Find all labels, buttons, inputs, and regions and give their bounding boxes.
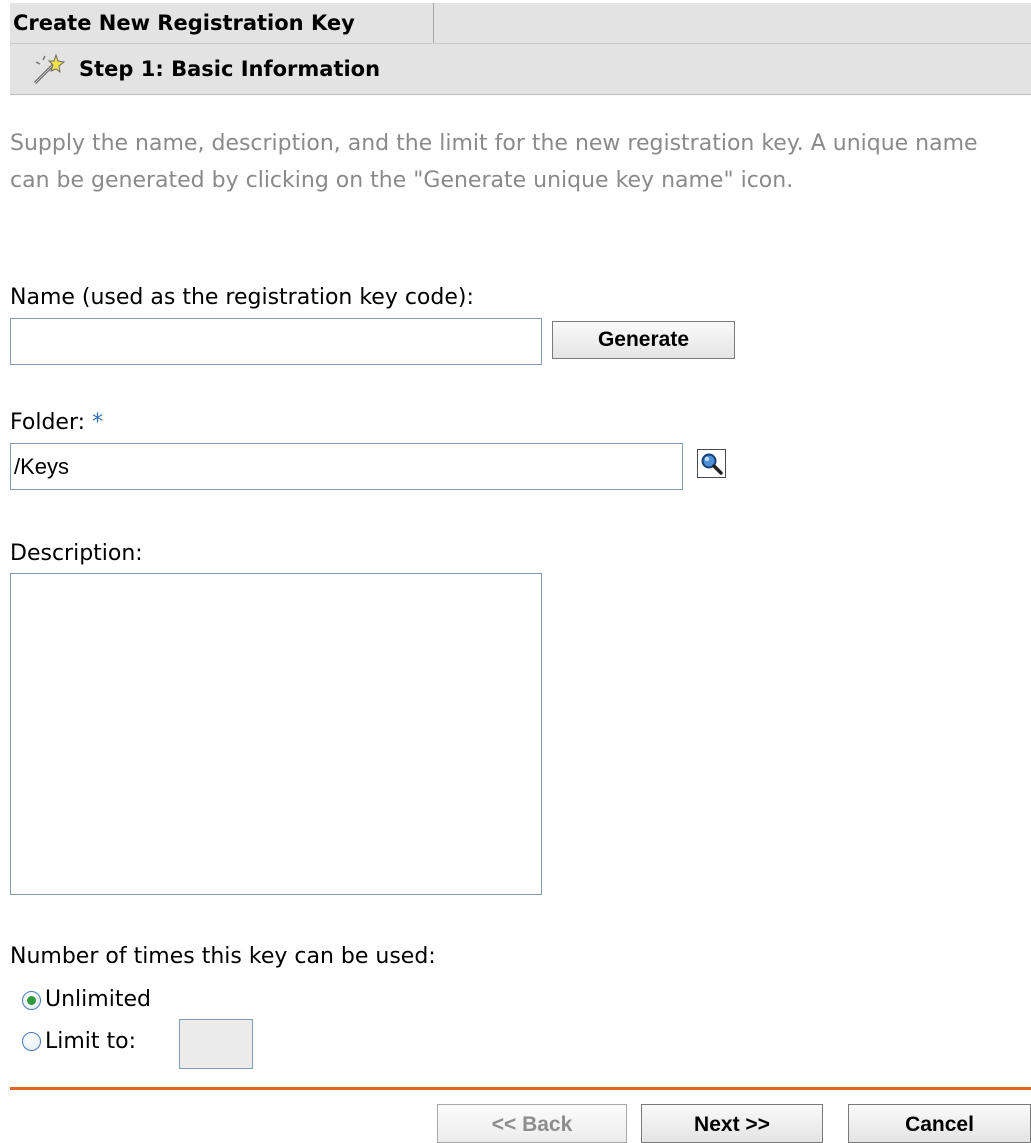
back-button[interactable]: << Back: [437, 1104, 627, 1143]
search-icon: [698, 450, 725, 477]
folder-input-value: /Keys: [14, 454, 70, 479]
footer-divider: [10, 1087, 1031, 1090]
unlimited-radio-label: Unlimited: [45, 987, 151, 1012]
next-button[interactable]: Next >>: [641, 1104, 823, 1143]
title-cell: Create New Registration Key: [10, 3, 434, 43]
limit-input[interactable]: [179, 1019, 253, 1069]
usage-label: Number of times this key can be used:: [10, 944, 436, 969]
cancel-button[interactable]: Cancel: [848, 1104, 1031, 1143]
folder-input[interactable]: /Keys: [10, 443, 683, 490]
dialog-title: Create New Registration Key: [13, 11, 355, 35]
wizard-wand-icon: [33, 53, 65, 85]
limit-to-radio[interactable]: [22, 1032, 41, 1051]
description-textarea[interactable]: [10, 573, 542, 895]
required-marker: *: [92, 410, 104, 435]
description-label: Description:: [10, 541, 143, 566]
browse-folder-button[interactable]: [697, 449, 726, 478]
folder-label: Folder: *: [10, 410, 103, 435]
step-title: Step 1: Basic Information: [79, 57, 381, 81]
limit-to-radio-label: Limit to:: [45, 1029, 137, 1054]
title-bar: Create New Registration Key: [10, 3, 1031, 44]
folder-label-text: Folder:: [10, 410, 86, 435]
step-header: Step 1: Basic Information: [10, 44, 1031, 95]
generate-button[interactable]: Generate: [552, 321, 735, 359]
instructions-text: Supply the name, description, and the li…: [10, 131, 978, 193]
registration-key-wizard: Create New Registration Key Step 1: Basi…: [0, 0, 1031, 1143]
name-label: Name (used as the registration key code)…: [10, 285, 474, 310]
unlimited-radio[interactable]: [22, 991, 41, 1010]
name-input[interactable]: [10, 318, 542, 365]
